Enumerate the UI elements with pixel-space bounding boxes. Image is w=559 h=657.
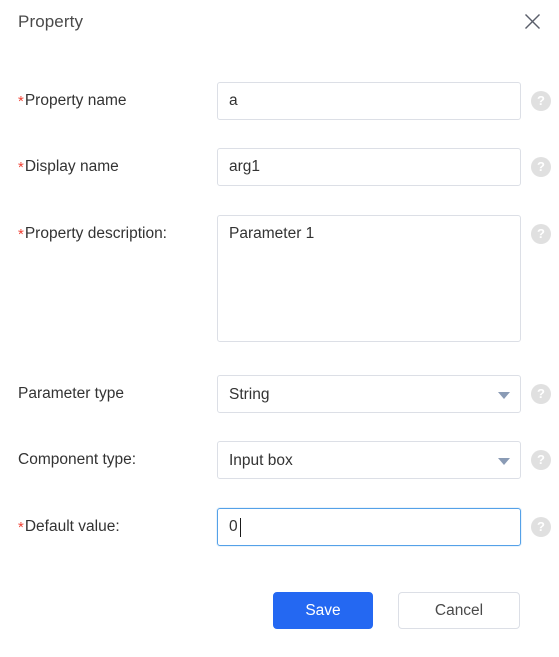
property-description-textarea[interactable]: Parameter 1 (217, 215, 521, 342)
control-default-value (217, 508, 521, 546)
label-property-description: *Property description: (18, 224, 167, 245)
label-display-name: *Display name (18, 157, 119, 178)
control-component-type: Input box (217, 441, 521, 479)
label-text: Property name (24, 92, 127, 109)
label-text: Display name (24, 158, 119, 175)
required-asterisk: * (18, 519, 24, 536)
dialog-header: Property (0, 0, 559, 48)
required-asterisk: * (18, 159, 24, 176)
component-type-select[interactable]: Input box (217, 441, 521, 479)
label-property-name: *Property name (18, 91, 127, 112)
help-icon-default-value[interactable]: ? (531, 517, 551, 537)
parameter-type-select[interactable]: String (217, 375, 521, 413)
chevron-down-icon (498, 392, 510, 399)
parameter-type-value: String (229, 386, 270, 403)
help-icon-parameter-type[interactable]: ? (531, 384, 551, 404)
property-name-input[interactable] (217, 82, 521, 120)
field-row-display-name: *Display name ? (0, 148, 559, 186)
help-icon-property-description[interactable]: ? (531, 224, 551, 244)
label-component-type: Component type: (18, 450, 136, 470)
page-title: Property (18, 12, 84, 31)
cancel-button[interactable]: Cancel (398, 592, 520, 629)
control-property-description: Parameter 1 (217, 215, 521, 342)
label-text: Component type: (18, 451, 137, 468)
label-text: Default value: (24, 518, 120, 535)
label-text: Parameter type (18, 385, 124, 402)
required-asterisk: * (18, 93, 24, 110)
field-row-parameter-type: Parameter type String ? (0, 375, 559, 413)
help-icon-component-type[interactable]: ? (531, 450, 551, 470)
help-icon-display-name[interactable]: ? (531, 157, 551, 177)
default-value-input[interactable] (217, 508, 521, 546)
field-row-property-name: *Property name ? (0, 82, 559, 120)
label-text: Property description: (24, 225, 167, 242)
control-display-name (217, 148, 521, 186)
label-parameter-type: Parameter type (18, 384, 124, 404)
save-button[interactable]: Save (273, 592, 373, 629)
display-name-input[interactable] (217, 148, 521, 186)
field-row-default-value: *Default value: ? (0, 508, 559, 546)
control-parameter-type: String (217, 375, 521, 413)
text-caret (240, 518, 241, 537)
control-property-name (217, 82, 521, 120)
required-asterisk: * (18, 226, 24, 243)
help-icon-property-name[interactable]: ? (531, 91, 551, 111)
chevron-down-icon (498, 458, 510, 465)
component-type-value: Input box (229, 452, 293, 469)
label-default-value: *Default value: (18, 517, 120, 538)
field-row-property-description: *Property description: Parameter 1 ? (0, 215, 559, 342)
close-icon[interactable] (519, 8, 545, 34)
field-row-component-type: Component type: Input box ? (0, 441, 559, 479)
